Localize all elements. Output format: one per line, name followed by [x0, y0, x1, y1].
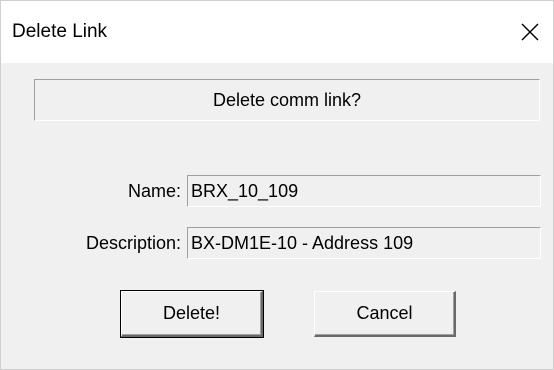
name-field: BRX_10_109	[187, 175, 541, 207]
title-bar: Delete Link	[1, 1, 553, 63]
description-field: BX-DM1E-10 - Address 109	[187, 227, 541, 259]
close-icon	[521, 23, 539, 41]
delete-button[interactable]: Delete!	[120, 290, 264, 338]
prompt-panel: Delete comm link?	[34, 79, 540, 121]
description-label: Description:	[85, 233, 181, 253]
close-button[interactable]	[507, 1, 553, 63]
delete-link-dialog: Delete Link Delete comm link? Name: BRX_…	[0, 0, 554, 370]
dialog-title: Delete Link	[12, 21, 108, 42]
prompt-text: Delete comm link?	[212, 89, 362, 110]
name-label: Name:	[127, 181, 181, 201]
cancel-button[interactable]: Cancel	[314, 291, 456, 337]
